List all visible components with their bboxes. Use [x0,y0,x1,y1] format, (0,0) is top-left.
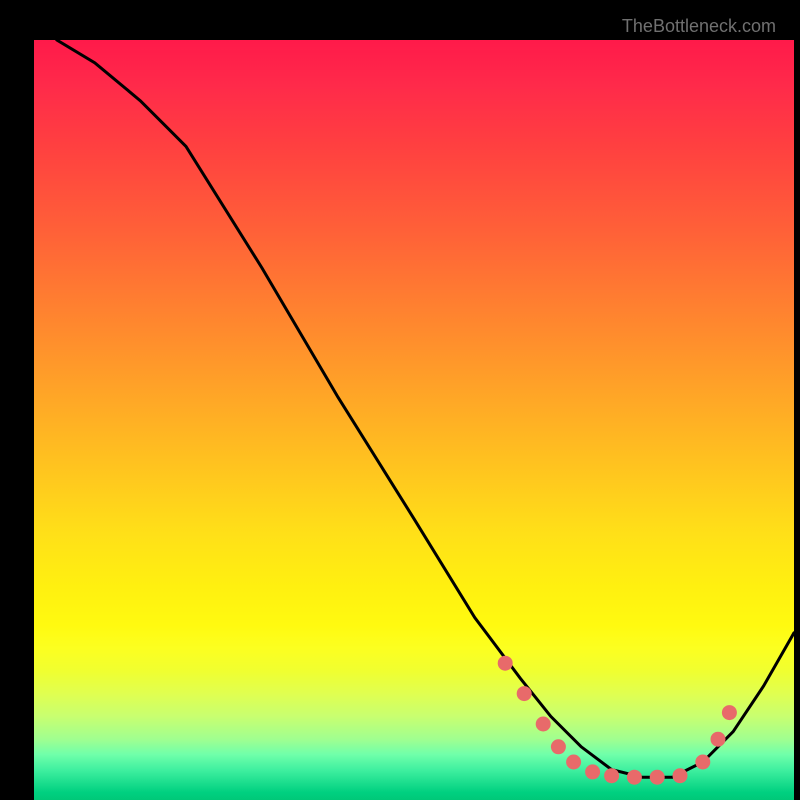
marker-dot [551,739,566,754]
chart-frame: TheBottleneck.com [14,14,786,786]
marker-dots-group [498,656,737,785]
bottleneck-curve-line [57,40,794,777]
plot-area [34,40,794,800]
chart-svg [34,40,794,800]
marker-dot [673,768,688,783]
marker-dot [711,732,726,747]
marker-dot [517,686,532,701]
marker-dot [498,656,513,671]
marker-dot [650,770,665,785]
marker-dot [585,764,600,779]
marker-dot [536,717,551,732]
marker-dot [695,755,710,770]
marker-dot [566,755,581,770]
marker-dot [627,770,642,785]
marker-dot [722,705,737,720]
watermark-text: TheBottleneck.com [622,16,776,37]
marker-dot [604,768,619,783]
